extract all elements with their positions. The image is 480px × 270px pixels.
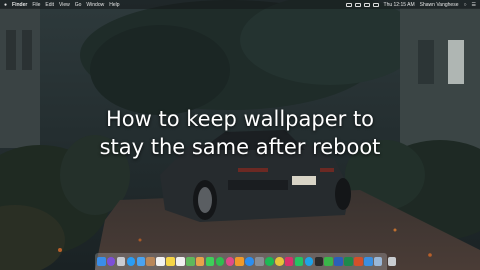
maps-icon[interactable]	[186, 257, 195, 266]
facetime-icon[interactable]	[215, 257, 225, 266]
powerpoint-icon[interactable]	[354, 257, 363, 266]
menu-bar-clock[interactable]: Thu 12:15 AM	[384, 2, 415, 8]
mail-icon[interactable]	[136, 257, 146, 266]
menu-finder[interactable]: Finder	[12, 2, 27, 8]
siri-icon[interactable]	[106, 257, 116, 266]
xcode-icon[interactable]	[364, 257, 373, 266]
ibooks-icon[interactable]	[235, 257, 244, 266]
spotlight-icon[interactable]: ○	[463, 2, 466, 8]
system-preferences-icon[interactable]	[255, 257, 264, 266]
menu-bar-user[interactable]: Shawn Vanghese	[420, 2, 459, 8]
skype-icon[interactable]	[304, 257, 314, 266]
volume-icon[interactable]	[363, 2, 370, 7]
app-store-icon[interactable]	[245, 257, 254, 266]
whatsapp-icon[interactable]	[294, 257, 304, 266]
evernote-icon[interactable]	[324, 257, 333, 266]
battery-icon[interactable]	[372, 2, 379, 7]
excel-icon[interactable]	[344, 257, 353, 266]
slack-icon[interactable]	[284, 257, 294, 266]
menu-file[interactable]: File	[32, 2, 40, 8]
overlay-title-line1: How to keep wallpaper to	[105, 107, 375, 131]
messages-icon[interactable]	[205, 257, 215, 266]
terminal-icon[interactable]	[314, 257, 324, 266]
overlay-title-line2: stay the same after reboot	[99, 135, 381, 159]
wifi-icon[interactable]	[354, 2, 361, 7]
reminders-icon[interactable]	[176, 257, 185, 266]
photos-icon[interactable]	[195, 257, 205, 266]
contacts-icon[interactable]	[146, 257, 155, 266]
menu-help[interactable]: Help	[109, 2, 119, 8]
word-icon[interactable]	[334, 257, 343, 266]
dropbox-icon[interactable]	[345, 2, 352, 7]
itunes-icon[interactable]	[225, 257, 235, 266]
chrome-icon[interactable]	[275, 257, 284, 266]
trash-icon[interactable]	[387, 257, 397, 266]
launchpad-icon[interactable]	[116, 257, 126, 266]
preview-icon[interactable]	[373, 257, 383, 266]
menu-bar-status-area: Thu 12:15 AM Shawn Vanghese ○ ☰	[343, 0, 476, 9]
menu-go[interactable]: Go	[75, 2, 82, 8]
finder-icon[interactable]	[97, 257, 106, 266]
menu-edit[interactable]: Edit	[45, 2, 54, 8]
apple-logo-icon[interactable]: ●	[4, 2, 7, 8]
menu-bar: ● Finder File Edit View Go Window Help T…	[0, 0, 480, 9]
spotify-icon[interactable]	[265, 257, 274, 266]
notes-icon[interactable]	[166, 257, 175, 266]
menu-view[interactable]: View	[59, 2, 70, 8]
dock	[95, 253, 397, 270]
calendar-icon[interactable]	[156, 257, 165, 266]
menu-window[interactable]: Window	[86, 2, 104, 8]
safari-icon[interactable]	[126, 257, 136, 266]
notification-center-icon[interactable]: ☰	[472, 2, 476, 8]
